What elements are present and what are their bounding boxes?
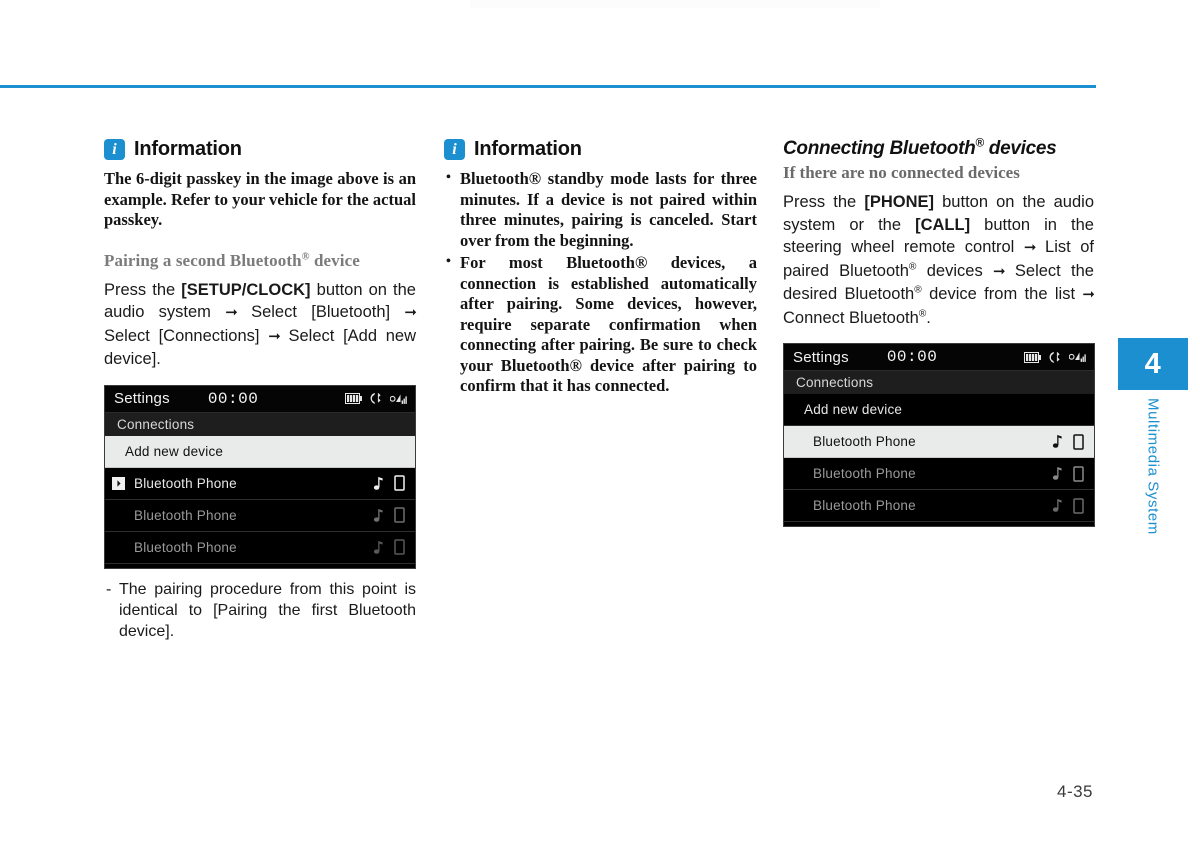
list-item-label: Add new device [125,443,224,459]
signal-strength-icon [390,393,408,405]
list-item-add-new-device[interactable]: Add new device [784,394,1094,426]
note-pairing-procedure: The pairing procedure from this point is… [104,579,416,642]
head-unit-screenshot-2: Settings 00:00 Connections Add new devic… [783,343,1095,527]
status-bar: Settings 00:00 [105,385,415,413]
step-text-3: Select [Bluetooth] [236,303,405,321]
information-body-left: The 6-digit passkey in the image above i… [104,169,416,229]
head-unit-screenshot-1: Settings 00:00 Connections Add new devic… [104,384,416,569]
header-rule [0,85,1096,88]
list-item-bluetooth-phone-1[interactable]: Bluetooth Phone [105,467,415,500]
chapter-tab-label-text: Multimedia System [1144,398,1162,535]
list-item-bluetooth-phone-1[interactable]: Bluetooth Phone [784,426,1094,458]
bluetooth-phone-icon [369,392,383,405]
list-item-label: Bluetooth Phone [134,507,237,523]
chapter-tab-number: 4 [1118,338,1188,390]
status-bar-clock: 00:00 [886,348,938,366]
list-item-icons [373,539,405,555]
list-item-icons [1052,433,1084,450]
list-item: Bluetooth® standby mode lasts for three … [444,168,757,251]
list-item-icons [373,507,405,523]
call-button-ref: [CALL] [915,215,971,234]
arrow-icon-1: ➞ [225,304,238,321]
list-item-bluetooth-phone-2[interactable]: Bluetooth Phone [105,500,415,532]
arrow-icon-3: ➞ [268,327,281,345]
signal-strength-icon [1069,351,1087,363]
step-text-6: Connect Bluetooth®. [783,308,931,327]
list-item-bluetooth-phone-3[interactable]: Bluetooth Phone [784,490,1094,522]
phone-icon [394,475,405,491]
list-item-icons [1052,465,1084,482]
list-item-bluetooth-phone-2[interactable]: Bluetooth Phone [784,458,1094,490]
steps-paragraph-left: Press the [SETUP/CLOCK] button on the au… [104,279,417,371]
music-note-icon [1052,466,1063,481]
arrow-icon-2: ➞ [993,262,1006,280]
information-bullet-list: Bluetooth® standby mode lasts for three … [444,168,757,397]
page-top-band [470,0,880,8]
status-bar-icons [1024,351,1087,364]
arrow-icon-1: ➞ [1023,239,1037,256]
list-item-label: Add new device [804,402,903,417]
list-item-bluetooth-phone-3[interactable]: Bluetooth Phone [105,532,415,564]
step-text-1: Press the [783,193,865,211]
music-note-icon [1052,498,1063,513]
list-item-icons [373,475,405,491]
info-icon: i [444,139,465,160]
phone-icon [394,539,405,555]
list-item-label: Bluetooth Phone [813,466,916,481]
phone-icon [1073,497,1084,514]
list-item-label: Bluetooth Phone [134,475,237,491]
information-title: Information [134,138,242,160]
phone-icon [1073,433,1084,450]
status-bar-title: Settings [793,348,849,366]
list-item-icons [1052,497,1084,514]
list-item-label: Bluetooth Phone [134,539,237,555]
breadcrumb: Connections [105,412,415,436]
arrow-icon-2: ➞ [404,304,417,321]
subheading-text: Pairing a second Bluetooth® device [104,250,360,270]
page-title-text: Connecting Bluetooth® devices [783,136,1057,159]
page-title: Connecting Bluetooth® devices [783,136,1094,160]
music-note-icon [1052,434,1063,449]
screen-bottom-spacer [105,563,415,568]
steps-paragraph-right: Press the [PHONE] button on the audio sy… [783,191,1095,329]
phone-icon [394,507,405,523]
battery-icon [1024,351,1041,363]
status-bar: Settings 00:00 [784,344,1094,371]
list-item: For most Bluetooth® devices, a connectio… [444,252,757,397]
subheading-no-connected-devices: If there are no connected devices [783,163,1020,182]
list-item-label: Bluetooth Phone [813,498,916,513]
phone-button-ref: [PHONE] [864,193,935,211]
battery-icon [345,393,362,404]
screen-bottom-spacer [784,522,1094,526]
music-note-icon [373,540,384,555]
music-note-icon [373,508,384,523]
information-heading-left: i Information [104,138,416,161]
subheading-pairing-second-device: Pairing a second Bluetooth® device [104,251,416,271]
page-number: 4-35 [1056,782,1094,801]
arrow-icon-3: ➞ [1082,286,1095,303]
status-bar-title: Settings [114,390,170,407]
step-text-1: Press the [104,280,182,299]
chapter-tab-label: Multimedia System [1118,398,1188,588]
step-text-4: Select [Connections] [104,326,269,345]
information-heading-middle: i Information [444,138,757,161]
setup-clock-button-ref: [SETUP/CLOCK] [181,280,311,299]
list-item-label: Bluetooth Phone [813,434,916,449]
breadcrumb: Connections [784,371,1094,394]
info-icon: i [104,139,125,160]
column-middle: i Information Bluetooth® standby mode la… [444,138,757,399]
status-bar-icons [345,392,408,405]
music-note-icon [373,476,384,491]
column-left: i Information The 6-digit passkey in the… [104,138,417,642]
status-bar-clock: 00:00 [207,389,259,408]
list-item-add-new-device[interactable]: Add new device [105,435,415,468]
phone-icon [1073,465,1084,482]
chevron-right-icon [112,476,125,490]
column-right: Connecting Bluetooth® devices If there a… [783,136,1095,527]
information-title: Information [474,138,582,160]
bluetooth-phone-icon [1048,351,1062,364]
